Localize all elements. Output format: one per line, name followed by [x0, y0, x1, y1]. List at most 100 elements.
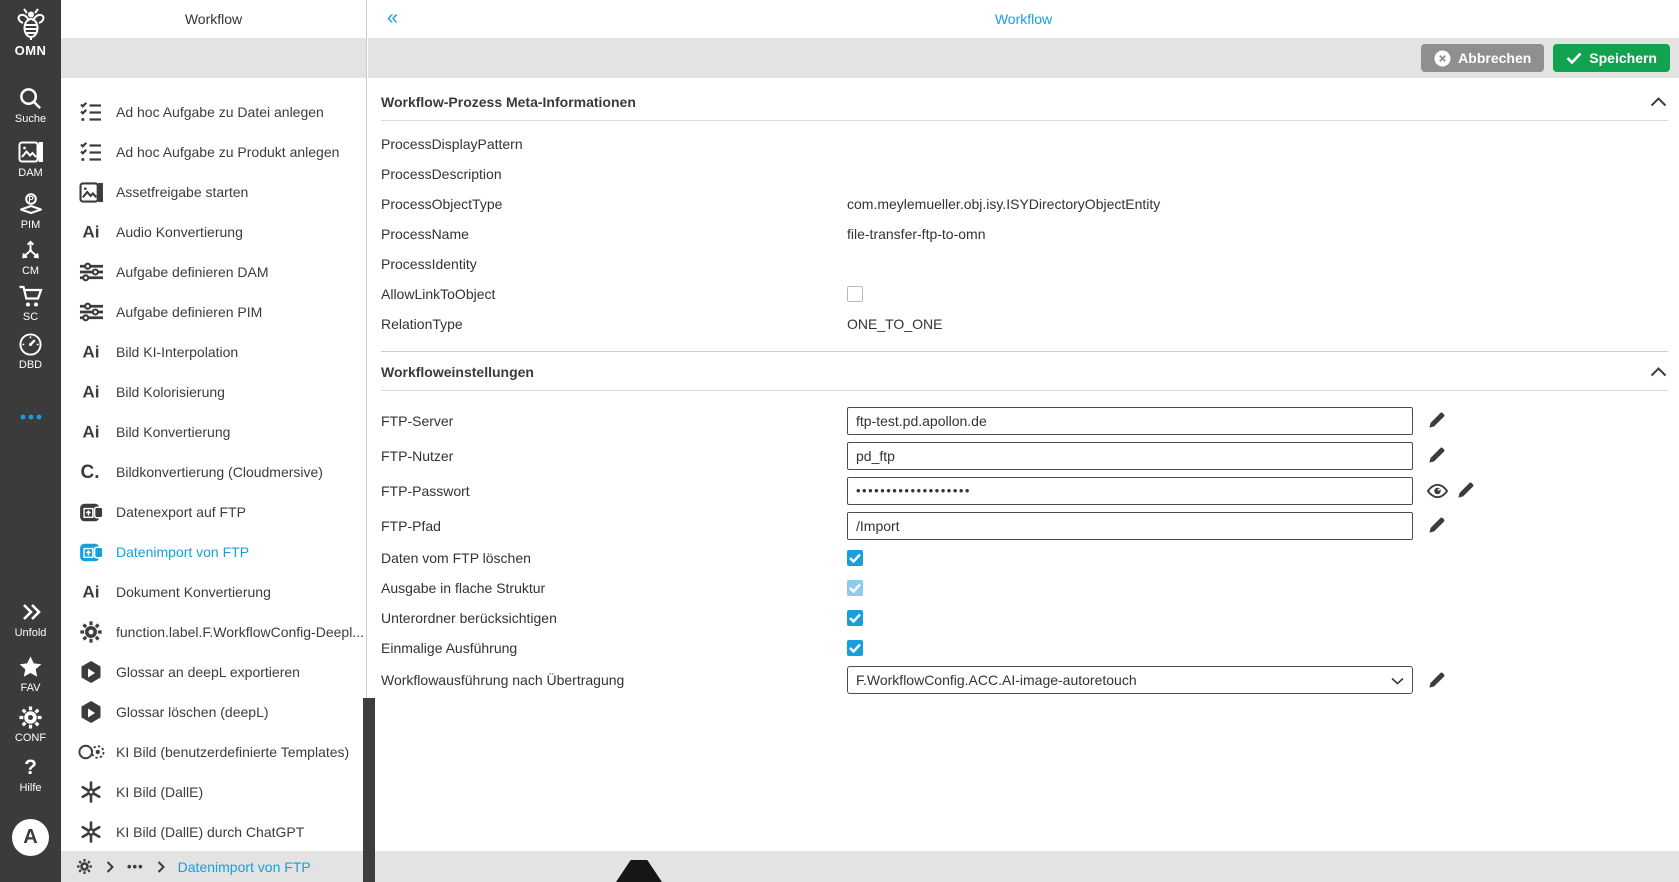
- field-label: FTP-Pfad: [381, 517, 441, 534]
- allowlinktoobject-checkbox[interactable]: [847, 286, 863, 302]
- sidebar-item-sc[interactable]: SC: [0, 284, 61, 323]
- cancel-button[interactable]: Abbrechen: [1421, 44, 1545, 72]
- form-section: Workflow-Prozess Meta-Informationen Proc…: [381, 78, 1668, 339]
- collapse-section-button[interactable]: [1649, 92, 1668, 112]
- save-label: Speichern: [1589, 50, 1657, 66]
- edit-ftp-pfad-button[interactable]: [1427, 516, 1446, 535]
- unfold-icon: [19, 600, 43, 624]
- form-row: ProcessIdentity: [381, 249, 1668, 279]
- panel-scrollbar-thumb[interactable]: [363, 698, 375, 882]
- edit-ftp-nutzer-button[interactable]: [1427, 446, 1446, 465]
- workflow-item-ad-hoc-aufgabe-zu-produkt-anlegen[interactable]: Ad hoc Aufgabe zu Produkt anlegen: [61, 132, 366, 172]
- form-row: RelationType ONE_TO_ONE: [381, 309, 1668, 339]
- workflow-item-bild-kolorisierung[interactable]: Ai Bild Kolorisierung: [61, 372, 366, 412]
- workflow-item-ki-bild-dalle-durch-chatgpt[interactable]: KI Bild (DallE) durch ChatGPT: [61, 812, 366, 851]
- breadcrumb-more-button[interactable]: •••: [127, 859, 144, 874]
- workflow-item-ki-bild-dalle[interactable]: KI Bild (DallE): [61, 772, 366, 812]
- collapse-section-button[interactable]: [1649, 362, 1668, 382]
- workflow-item-ki-bild-benutzerdefinierte-templates[interactable]: KI Bild (benutzerdefinierte Templates): [61, 732, 366, 772]
- user-avatar[interactable]: A: [12, 819, 49, 856]
- edit-workflowausf-hrung-nach-bertragung-button[interactable]: [1427, 671, 1446, 690]
- edit-ftp-server-button[interactable]: [1427, 411, 1446, 430]
- field-label: Daten vom FTP löschen: [381, 550, 531, 566]
- ai-icon: Ai: [76, 340, 106, 364]
- chevron-up-icon: [1650, 367, 1667, 377]
- unterordner-ber-cksichtigen-checkbox[interactable]: [847, 610, 863, 626]
- workflow-item-function-label-f-workflowconfig-deepl[interactable]: function.label.F.WorkflowConfig-Deepl...: [61, 612, 366, 652]
- workflowausf-hrung-nach-bertragung-select[interactable]: F.WorkflowConfig.ACC.AI-image-autoretouc…: [847, 666, 1413, 694]
- sidebar-item-label: Suche: [14, 113, 47, 125]
- ausgabe-in-flache-struktur-checkbox[interactable]: [847, 580, 863, 596]
- process-gear-icon[interactable]: [76, 858, 93, 875]
- ftp-passwort-input[interactable]: [847, 476, 1413, 505]
- section-title: Workflow-Prozess Meta-Informationen: [381, 94, 636, 110]
- workflow-item-dokument-konvertierung[interactable]: Ai Dokument Konvertierung: [61, 572, 366, 612]
- workflow-item-bild-konvertierung[interactable]: Ai Bild Konvertierung: [61, 412, 366, 452]
- field-label: AllowLinkToObject: [381, 286, 496, 302]
- einmalige-ausf-hrung-checkbox[interactable]: [847, 640, 863, 656]
- save-button[interactable]: Speichern: [1553, 44, 1670, 72]
- panel-title: Workflow: [184, 11, 243, 27]
- svg-text:P: P: [28, 194, 34, 203]
- daten-vom-ftp-l-schen-checkbox[interactable]: [847, 550, 863, 566]
- workflow-item-assetfreigabe-starten[interactable]: Assetfreigabe starten: [61, 172, 366, 212]
- workflow-item-datenimport-von-ftp[interactable]: Datenimport von FTP: [61, 532, 366, 572]
- field-label: ProcessDescription: [381, 166, 502, 182]
- field-value: com.meylemueller.obj.isy.ISYDirectoryObj…: [847, 196, 1161, 212]
- sidebar-more-button[interactable]: [0, 405, 61, 432]
- section-title: Workfloweinstellungen: [381, 364, 534, 380]
- sidebar-item-conf[interactable]: CONF: [0, 705, 61, 744]
- sidebar-item-unfold[interactable]: Unfold: [0, 600, 61, 639]
- chevron-right-icon: [157, 860, 165, 873]
- tasklist-icon: [76, 140, 106, 164]
- field-label: FTP-Nutzer: [381, 447, 454, 464]
- chevron-up-icon: [1650, 97, 1667, 107]
- workflow-item-label: Datenexport auf FTP: [116, 504, 246, 520]
- avatar-letter: A: [23, 826, 38, 848]
- cart-icon: [18, 284, 44, 308]
- main-area: « Workflow Abbrechen Speichern Workflow-…: [368, 0, 1679, 851]
- form-content: Workflow-Prozess Meta-Informationen Proc…: [368, 78, 1679, 697]
- form-row: FTP-Nutzer: [381, 438, 1668, 473]
- sidebar-item-fav[interactable]: FAV: [0, 655, 61, 694]
- cm-icon: [18, 238, 43, 262]
- ftp-pfad-input[interactable]: [847, 511, 1413, 540]
- edit-ftp-passwort-button[interactable]: [1456, 481, 1475, 500]
- sidebar-item-cm[interactable]: CM: [0, 238, 61, 277]
- svg-text:Ai: Ai: [83, 383, 100, 402]
- sidebar-item-hilfe[interactable]: ? Hilfe: [0, 755, 61, 795]
- ftp-server-input[interactable]: [847, 406, 1413, 435]
- sidebar-item-pim[interactable]: P PIM: [0, 192, 61, 231]
- workflow-item-bildkonvertierung-cloudmersive[interactable]: C. Bildkonvertierung (Cloudmersive): [61, 452, 366, 492]
- form-row: FTP-Pfad: [381, 508, 1668, 543]
- breadcrumb-current-link[interactable]: Datenimport von FTP: [178, 859, 311, 875]
- field-label: Unterordner berücksichtigen: [381, 610, 557, 626]
- search-icon: [18, 86, 43, 110]
- sidebar-item-dam[interactable]: DAM: [0, 140, 61, 179]
- workflow-item-bild-ki-interpolation[interactable]: Ai Bild KI-Interpolation: [61, 332, 366, 372]
- sidebar-item-dbd[interactable]: DBD: [0, 332, 61, 371]
- workflow-item-glossar-l-schen-deepl[interactable]: Glossar löschen (deepL): [61, 692, 366, 732]
- sliders-icon: [76, 301, 106, 323]
- ai-icon: Ai: [76, 380, 106, 404]
- sidebar-item-label: DBD: [18, 359, 43, 371]
- workflow-item-datenexport-auf-ftp[interactable]: Datenexport auf FTP: [61, 492, 366, 532]
- form-row: Einmalige Ausführung: [381, 633, 1668, 663]
- workflow-item-label: KI Bild (DallE): [116, 784, 204, 800]
- ai-icon: Ai: [76, 420, 106, 444]
- reveal-password-button[interactable]: [1427, 483, 1448, 499]
- workflow-item-aufgabe-definieren-pim[interactable]: Aufgabe definieren PIM: [61, 292, 366, 332]
- workflow-item-ad-hoc-aufgabe-zu-datei-anlegen[interactable]: Ad hoc Aufgabe zu Datei anlegen: [61, 92, 366, 132]
- page-title: Workflow: [994, 11, 1053, 27]
- sidebar-item-suche[interactable]: Suche: [0, 86, 61, 125]
- workflow-item-label: Ad hoc Aufgabe zu Produkt anlegen: [116, 144, 340, 160]
- ftp-nutzer-input[interactable]: [847, 441, 1413, 470]
- openai-icon: [76, 780, 106, 804]
- workflow-item-aufgabe-definieren-dam[interactable]: Aufgabe definieren DAM: [61, 252, 366, 292]
- workflow-item-audio-konvertierung[interactable]: Ai Audio Konvertierung: [61, 212, 366, 252]
- workflow-item-label: KI Bild (DallE) durch ChatGPT: [116, 824, 305, 840]
- workflow-item-glossar-an-deepl-exportieren[interactable]: Glossar an deepL exportieren: [61, 652, 366, 692]
- omn-logo[interactable]: OMN: [0, 6, 61, 58]
- form-row: Unterordner berücksichtigen: [381, 603, 1668, 633]
- form-row: ProcessObjectType com.meylemueller.obj.is…: [381, 189, 1668, 219]
